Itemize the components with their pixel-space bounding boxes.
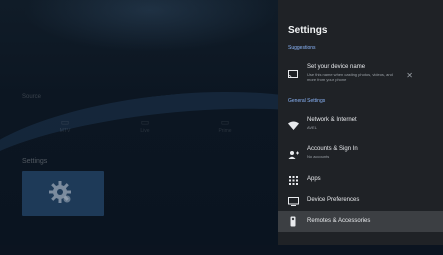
settings-item-accounts[interactable]: Accounts & Sign In No accounts xyxy=(278,141,443,167)
panel-title: Settings xyxy=(288,25,328,36)
suggestion-description: Use this name when casting photos, video… xyxy=(307,72,393,82)
app-icon: ▭ xyxy=(140,117,150,127)
app-icon: ▭ xyxy=(220,117,230,127)
remote-icon xyxy=(287,215,299,227)
close-icon[interactable]: ✕ xyxy=(406,71,413,80)
tv-icon xyxy=(287,195,299,207)
cast-icon xyxy=(287,68,299,80)
home-app-label: Prime xyxy=(218,128,232,134)
home-section-label: Source xyxy=(22,94,42,100)
suggestions-header: Suggestions xyxy=(288,45,316,51)
settings-item-label: Remotes & Accessories xyxy=(307,218,371,224)
settings-item-label: Device Preferences xyxy=(307,197,360,203)
settings-item-apps[interactable]: Apps xyxy=(278,170,443,190)
home-app-tile[interactable]: ▭ Live xyxy=(115,117,175,143)
wifi-icon xyxy=(287,119,299,131)
home-app-tile[interactable]: ▭ MTV xyxy=(35,117,95,143)
settings-item-network[interactable]: Network & Internet AVEL xyxy=(278,112,443,138)
settings-item-sub: AVEL xyxy=(307,125,317,130)
home-app-tile[interactable]: ▭ Prime xyxy=(195,117,255,143)
general-settings-header: General Settings xyxy=(288,98,326,104)
settings-item-remotes[interactable]: Remotes & Accessories xyxy=(278,211,443,232)
accounts-icon xyxy=(287,148,299,160)
settings-item-device-preferences[interactable]: Device Preferences xyxy=(278,191,443,211)
apps-grid-icon xyxy=(287,174,299,186)
suggestion-title: Set your device name xyxy=(307,64,366,70)
settings-item-label: Apps xyxy=(307,176,321,182)
settings-item-sub: No accounts xyxy=(307,154,330,159)
settings-panel: Settings Suggestions Set your device nam… xyxy=(278,0,443,245)
home-settings-label: Settings xyxy=(22,158,48,165)
settings-item-label: Accounts & Sign In xyxy=(307,146,358,152)
settings-item-label: Network & Internet xyxy=(307,117,357,123)
home-app-label: Live xyxy=(140,128,150,134)
suggestion-device-name[interactable]: Set your device name Use this name when … xyxy=(278,58,443,92)
home-app-label: MTV xyxy=(59,128,71,134)
gear-icon xyxy=(49,181,71,203)
app-icon: ▭ xyxy=(60,117,70,127)
